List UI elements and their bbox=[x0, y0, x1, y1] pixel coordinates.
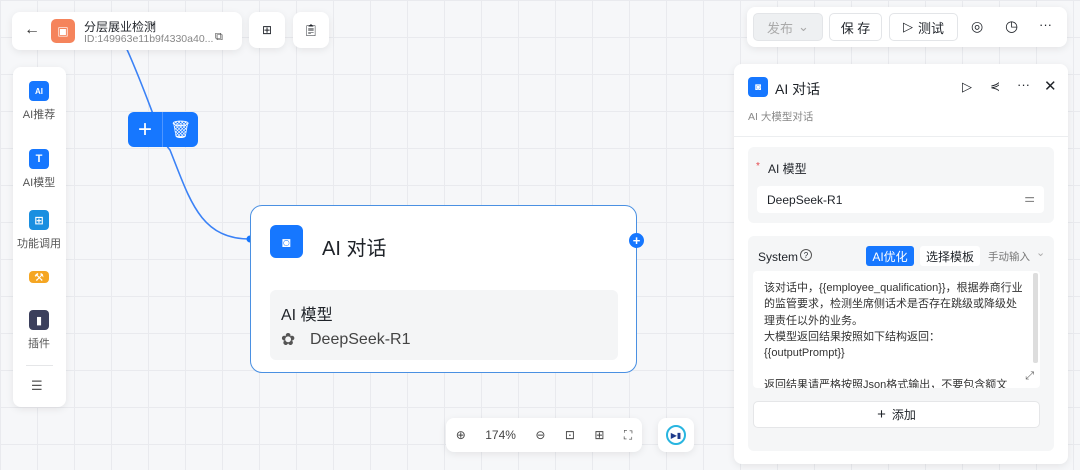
sidebar-item-plugin[interactable]: ▮ 插件 bbox=[6, 310, 72, 351]
workflow-id: ID:149963e11b9f4330a40... bbox=[84, 33, 214, 45]
sidebar-item-ai-model[interactable]: T AI模型 bbox=[6, 149, 72, 190]
system-label: System bbox=[758, 250, 799, 264]
model-settings-icon[interactable]: ⚌ bbox=[1024, 191, 1035, 205]
panel-subtitle: AI 大模型对话 bbox=[748, 111, 814, 123]
prompt-line-blank bbox=[764, 361, 1026, 377]
chevron-down-icon: ⌄ bbox=[798, 19, 809, 34]
publish-button[interactable]: 发布 ⌄ bbox=[753, 13, 823, 41]
divider bbox=[26, 365, 53, 366]
close-icon[interactable]: ✕ bbox=[1044, 77, 1057, 95]
prompt-line: 大模型返回结果按照如下结构返回： bbox=[764, 330, 940, 343]
robot-icon: ◙ bbox=[270, 225, 303, 258]
model-section: * AI 模型 DeepSeek-R1 ⚌ bbox=[748, 147, 1054, 223]
node-action-bar: + 🗑︎ bbox=[128, 112, 198, 147]
panel-title: AI 对话 bbox=[775, 81, 821, 97]
model-select[interactable]: DeepSeek-R1 ⚌ bbox=[757, 186, 1044, 213]
system-prompt-textarea[interactable]: 该对话中，{{employee_qualification}}，根据券商行业的监… bbox=[753, 271, 1040, 388]
sidebar-item-label: AI模型 bbox=[22, 177, 56, 189]
fullscreen-icon[interactable]: ⛶ bbox=[624, 428, 632, 443]
prompt-line: 该对话中，{{employee_qualification}}，根据券商行业的监… bbox=[764, 282, 1023, 327]
node-section-label: AI 模型 bbox=[281, 307, 333, 324]
model-logo-icon: ✿ bbox=[281, 330, 296, 349]
scrollbar[interactable] bbox=[1033, 273, 1038, 363]
ai-chat-node[interactable]: ◙ AI 对话 AI 模型 ✿ DeepSeek-R1 + bbox=[250, 205, 644, 373]
sidebar-item-ai-recommend[interactable]: AI AI推荐 bbox=[6, 81, 72, 122]
run-node-icon[interactable]: ▷ bbox=[962, 79, 972, 95]
settings-icon[interactable]: ◎ bbox=[971, 18, 983, 35]
save-button[interactable]: 保 存 bbox=[829, 13, 882, 41]
copy-icon[interactable]: ⧉ bbox=[215, 31, 223, 44]
assistant-button[interactable]: ▶▮ bbox=[658, 418, 694, 452]
plugin-icon: ▮ bbox=[29, 310, 49, 330]
history-clock-icon[interactable]: ◷ bbox=[1005, 17, 1018, 35]
zoom-in-icon[interactable]: ⊕ bbox=[456, 428, 466, 442]
add-label: 添加 bbox=[891, 408, 916, 422]
expand-icon[interactable]: ⤢ bbox=[1025, 368, 1034, 384]
workflow-header: ← ▣ 分层展业检测 ⌄ ID:149963e11b9f4330a40... ⧉ bbox=[12, 12, 242, 50]
more-icon[interactable]: ··· bbox=[1017, 77, 1030, 92]
sidebar-item-tools[interactable]: ⚒ bbox=[6, 271, 72, 288]
add-button[interactable]: + 添加 bbox=[753, 401, 1040, 428]
model-value: DeepSeek-R1 bbox=[767, 193, 843, 207]
add-next-node-icon[interactable]: + bbox=[629, 233, 644, 248]
app-robot-icon: ▣ bbox=[51, 19, 75, 43]
sidebar-item-label: 功能调用 bbox=[17, 238, 61, 250]
input-mode-select[interactable]: 手动输入 bbox=[988, 249, 1030, 264]
ai-optimize-button[interactable]: AI优化 bbox=[866, 246, 914, 266]
grid-apps-icon: ⊞ bbox=[29, 210, 49, 230]
play-icon: ▷ bbox=[902, 19, 913, 34]
top-toolbar: 发布 ⌄ 保 存 ▷ 测试 ◎ ◷ ··· bbox=[747, 7, 1067, 47]
node-model-name: DeepSeek-R1 bbox=[310, 331, 411, 348]
zoom-out-icon[interactable]: ⊖ bbox=[535, 428, 545, 442]
text-t-icon: T bbox=[29, 149, 49, 169]
system-section: System ? AI优化 选择模板 手动输入 ⌄ 该对话中，{{employe… bbox=[748, 236, 1054, 451]
divider bbox=[734, 136, 1068, 137]
add-layout-icon[interactable]: ⊞ bbox=[594, 428, 604, 442]
help-icon[interactable]: ? bbox=[800, 249, 812, 261]
node-config-panel: ◙ AI 对话 ▷ ⋞ ··· ✕ AI 大模型对话 * AI 模型 DeepS… bbox=[734, 64, 1068, 464]
choose-template-button[interactable]: 选择模板 bbox=[920, 246, 980, 266]
trash-icon[interactable]: 🗑︎ bbox=[163, 112, 198, 147]
ai-badge-icon: AI bbox=[29, 81, 49, 101]
test-label: 测试 bbox=[917, 20, 944, 36]
variables-icon[interactable]: ⊞ bbox=[249, 12, 285, 48]
assistant-icon: ▶▮ bbox=[666, 425, 686, 445]
share-icon[interactable]: ⋞ bbox=[990, 79, 1000, 93]
node-model-section: AI 模型 ✿ DeepSeek-R1 bbox=[270, 290, 618, 360]
node-title: AI 对话 bbox=[322, 238, 387, 260]
wrench-icon: ⚒ bbox=[29, 271, 49, 284]
add-node-button[interactable]: + bbox=[128, 112, 163, 147]
model-label: AI 模型 bbox=[768, 162, 807, 176]
sidebar-item-function-call[interactable]: ⊞ 功能调用 bbox=[6, 210, 72, 251]
more-icon[interactable]: ··· bbox=[1039, 17, 1052, 32]
clipboard-icon[interactable]: 📋︎ bbox=[293, 12, 329, 48]
fit-view-icon[interactable]: ⊡ bbox=[565, 428, 575, 442]
chevron-down-icon[interactable]: ⌄ bbox=[148, 16, 157, 29]
back-arrow-icon[interactable]: ← bbox=[24, 21, 40, 39]
zoom-level: 174% bbox=[485, 428, 516, 442]
prompt-line: 返回结果请严格按照Json格式输出，不要包含额文 bbox=[764, 379, 1008, 388]
collapse-menu-icon[interactable]: ☰ bbox=[31, 378, 43, 394]
required-mark: * bbox=[756, 161, 760, 172]
plus-icon: + bbox=[877, 406, 886, 423]
sidebar-item-label: 插件 bbox=[28, 338, 50, 350]
prompt-line: {{outputPrompt}} bbox=[764, 347, 845, 360]
robot-icon: ◙ bbox=[748, 77, 768, 97]
publish-label: 发布 bbox=[767, 20, 794, 36]
sidebar-item-label: AI推荐 bbox=[22, 109, 56, 121]
test-button[interactable]: ▷ 测试 bbox=[889, 13, 958, 41]
node-sidebar: AI AI推荐 T AI模型 ⊞ 功能调用 ⚒ ▮ 插件 ☰ bbox=[13, 67, 66, 407]
chevron-down-icon[interactable]: ⌄ bbox=[1036, 246, 1045, 259]
zoom-toolbar: ⊕ 174% ⊖ ⊡ ⊞ ⛶ bbox=[446, 418, 642, 452]
